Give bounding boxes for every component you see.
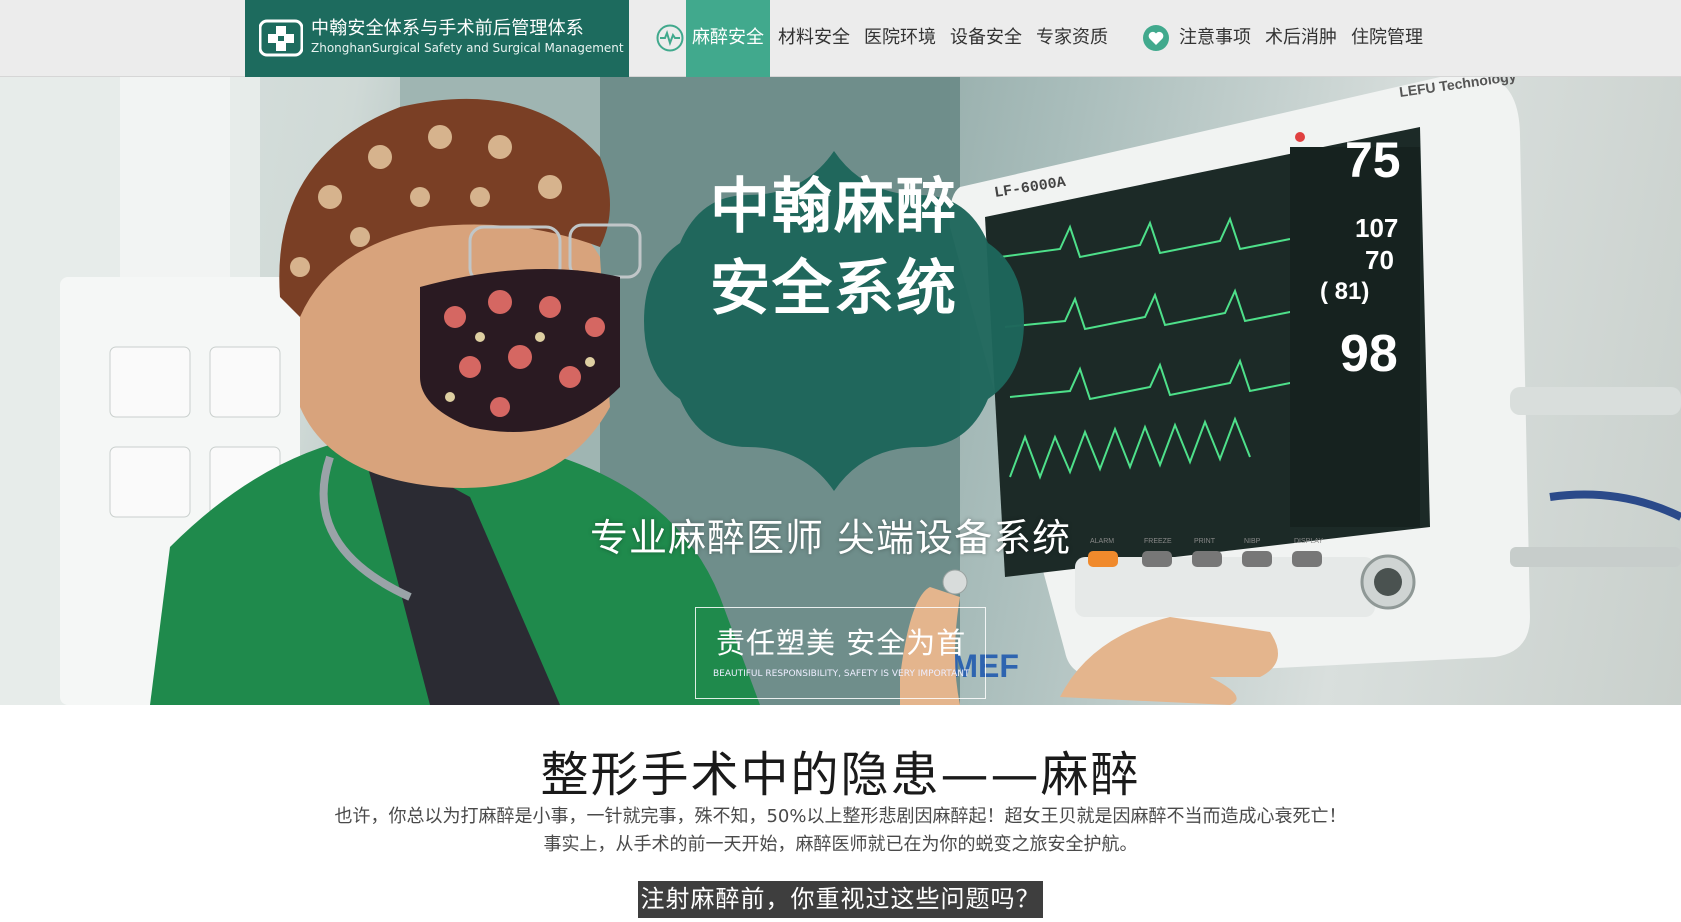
logo-title-cn: 中翰安全体系与手术前后管理体系 xyxy=(311,18,584,39)
monitor-diastolic: 70 xyxy=(1365,245,1394,275)
hero-banner: LEFU Technology LF-6000A 75 107 70 ( 81)… xyxy=(0,77,1681,705)
hero-tagline-en: BEAUTIFUL RESPONSIBILITY, SAFETY IS VERY… xyxy=(713,669,970,679)
hero-tagline-cn: 责任塑美 安全为首 xyxy=(716,626,967,660)
nav-item-postop-swelling[interactable]: 术后消肿 xyxy=(1265,0,1337,77)
monitor-systolic: 107 xyxy=(1355,213,1398,243)
badge-title-line2: 安全系统 xyxy=(710,254,958,324)
logo-title-en: ZhonghanSurgical Safety and Surgical Man… xyxy=(311,41,624,55)
monitor-button-label: PRINT xyxy=(1194,538,1216,545)
monitor-button-label: ALARM xyxy=(1090,538,1114,545)
nav-item-anesthesia-safety[interactable]: 麻醉安全 xyxy=(686,0,770,77)
monitor-spo2: 98 xyxy=(1340,325,1398,383)
nav-item-material-safety[interactable]: 材料安全 xyxy=(778,0,850,77)
intro-text-line1: 也许，你总以为打麻醉是小事，一针就完事，殊不知，50%以上整形悲剧因麻醉起！超女… xyxy=(334,806,1347,827)
nav-item-expert-qualification[interactable]: 专家资质 xyxy=(1036,0,1108,77)
hero-tagline-box: 责任塑美 安全为首 BEAUTIFUL RESPONSIBILITY, SAFE… xyxy=(695,607,986,699)
heart-icon xyxy=(1143,25,1169,51)
section-title: 整形手术中的隐患——麻醉 xyxy=(540,747,1141,803)
badge-title-line1: 中翰麻醉 xyxy=(710,172,958,242)
nav-item-hospital-environment[interactable]: 医院环境 xyxy=(864,0,936,77)
nav-item-equipment-safety[interactable]: 设备安全 xyxy=(950,0,1022,77)
site-header: 中翰安全体系与手术前后管理体系 ZhonghanSurgical Safety … xyxy=(0,0,1681,77)
intro-text-line2: 事实上，从手术的前一天开始，麻醉医师就已在为你的蜕变之旅安全护航。 xyxy=(543,834,1138,855)
monitor-button-label: FREEZE xyxy=(1144,538,1172,545)
hero-slogan: 专业麻醉医师 尖端设备系统 xyxy=(590,516,1072,560)
medical-cross-logo-icon xyxy=(259,19,303,57)
monitor-button-label: NIBP xyxy=(1244,538,1261,545)
nav-item-inpatient-management[interactable]: 住院管理 xyxy=(1351,0,1423,77)
monitor-button-label: DISPLAY xyxy=(1294,538,1323,545)
question-banner: 注射麻醉前，你重视过这些问题吗？ xyxy=(638,881,1043,918)
site-logo[interactable]: 中翰安全体系与手术前后管理体系 ZhonghanSurgical Safety … xyxy=(245,0,629,77)
monitor-heart-rate: 75 xyxy=(1345,132,1401,188)
monitor-mean-pressure: ( 81) xyxy=(1320,278,1369,305)
nav-item-precautions[interactable]: 注意事项 xyxy=(1179,0,1251,77)
heartbeat-icon xyxy=(656,24,684,52)
